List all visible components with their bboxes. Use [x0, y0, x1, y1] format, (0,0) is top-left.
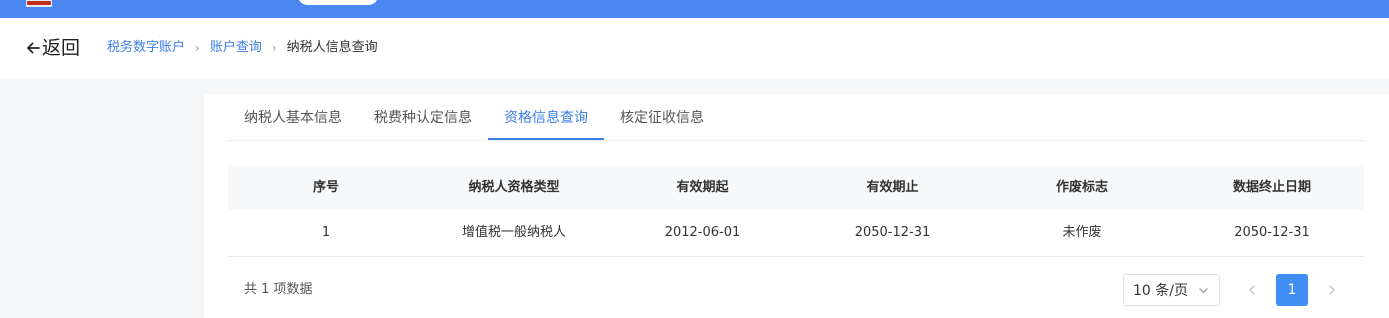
table-header: 序号 纳税人资格类型 有效期起 有效期止 作废标志 数据终止日期	[228, 165, 1364, 210]
page-number-button[interactable]: 1	[1276, 274, 1308, 306]
page-size-select[interactable]: 10 条/页	[1123, 274, 1220, 306]
active-tab-indicator	[488, 138, 604, 140]
tab-tax-type-info[interactable]: 税费种认定信息	[374, 108, 472, 128]
breadcrumb-digital-account[interactable]: 税务数字账户	[107, 39, 185, 57]
tab-bar: 纳税人基本信息 税费种认定信息 资格信息查询 核定征收信息	[228, 94, 1364, 141]
breadcrumb: 税务数字账户 › 账户查询 › 纳税人信息查询	[107, 39, 378, 57]
chevron-right-icon: ›	[195, 41, 200, 55]
column-header: 有效期止	[866, 179, 919, 195]
chevron-right-icon: ›	[271, 41, 277, 55]
chevron-down-icon	[1199, 288, 1208, 294]
chevron-right-icon[interactable]	[1324, 280, 1340, 300]
tab-assessment-info[interactable]: 核定征收信息	[620, 108, 704, 128]
table-cell: 2050-12-31	[1234, 225, 1310, 240]
column-header: 作废标志	[1055, 179, 1108, 195]
table-row: 1 增值税一般纳税人 2012-06-01 2050-12-31 未作废 205…	[228, 210, 1364, 257]
column-header: 纳税人资格类型	[468, 179, 560, 195]
breadcrumb-current: 纳税人信息查询	[286, 40, 378, 55]
logo	[26, 0, 52, 7]
chevron-left-icon[interactable]	[1244, 280, 1260, 300]
column-header: 数据终止日期	[1232, 179, 1311, 195]
page-header: 返回 税务数字账户 › 账户查询 › 纳税人信息查询	[0, 18, 1389, 78]
page-size-value: 10 条/页	[1133, 283, 1188, 299]
content-card: 纳税人基本信息 税费种认定信息 资格信息查询 核定征收信息 序号 纳税人资格类型…	[204, 94, 1389, 318]
column-header: 有效期起	[676, 179, 729, 195]
arrow-left-icon	[27, 42, 40, 54]
tab-qualification-query[interactable]: 资格信息查询	[504, 108, 588, 128]
total-count: 共 1 项数据	[244, 282, 313, 297]
qualification-table: 序号 纳税人资格类型 有效期起 有效期止 作废标志 数据终止日期 1 增值税一般…	[228, 165, 1364, 257]
table-cell: 1	[321, 225, 331, 240]
top-search-pill[interactable]	[298, 0, 378, 5]
table-cell: 增值税一般纳税人	[461, 225, 566, 240]
table-cell: 未作废	[1062, 225, 1102, 240]
table-cell: 2050-12-31	[854, 225, 931, 240]
breadcrumb-account-query[interactable]: 账户查询	[210, 39, 262, 57]
back-label: 返回	[42, 37, 81, 59]
table-cell: 2012-06-01	[664, 225, 741, 240]
column-header: 序号	[312, 179, 339, 195]
top-bar	[0, 0, 1389, 18]
tab-basic-info[interactable]: 纳税人基本信息	[244, 108, 342, 128]
back-button[interactable]: 返回	[26, 36, 80, 60]
